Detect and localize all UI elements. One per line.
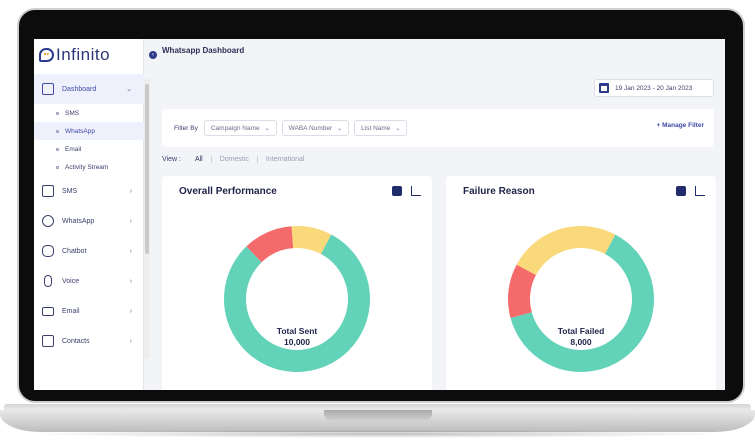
donut-center-value: 10,000 [284, 337, 310, 347]
bullet-icon [56, 147, 59, 151]
view-option-international[interactable]: International [256, 156, 313, 163]
donut-center-value: 8,000 [570, 337, 592, 347]
sidebar: Infinito Dashboard ⌄ SMS WhatsApp Email … [34, 39, 144, 390]
sidebar-subitem-whatsapp[interactable]: WhatsApp [34, 122, 144, 140]
sidebar-item-label: Contacts [62, 337, 90, 345]
overall-performance-donut [224, 226, 370, 372]
chat-bubble-logo-icon [39, 48, 54, 62]
sidebar-subitem-sms[interactable]: SMS [34, 104, 144, 122]
dropdown-label: WABA Number [288, 124, 333, 132]
chevron-right-icon: › [129, 217, 132, 225]
chevron-right-icon: › [129, 307, 132, 315]
sidebar-item-label: Dashboard [62, 85, 97, 93]
whatsapp-icon [42, 215, 54, 227]
scrollbar-thumb[interactable] [145, 84, 149, 254]
sidebar-item-email[interactable]: Email › [34, 296, 144, 326]
view-label: View : [162, 156, 181, 163]
bullet-icon [56, 129, 59, 133]
sidebar-item-label: Voice [62, 277, 80, 285]
chevron-down-icon: ⌄ [337, 125, 343, 132]
sidebar-subitem-label: WhatsApp [65, 127, 95, 135]
donut-center-label: Total Sent [276, 326, 318, 336]
laptop-mockup: Infinito Dashboard ⌄ SMS WhatsApp Email … [0, 0, 755, 442]
clock-icon[interactable] [392, 186, 402, 196]
calendar-icon [599, 83, 609, 93]
dashboard-grid-icon [42, 83, 54, 95]
chevron-right-icon: › [129, 187, 132, 195]
main-content: Whatsapp Dashboard 19 Jan 2023 - 20 Jan … [150, 39, 725, 390]
message-icon [42, 185, 54, 197]
sidebar-item-chatbot[interactable]: Chatbot › [34, 236, 144, 266]
laptop-shadow [20, 430, 735, 438]
manage-filter-label: Manage Filter [662, 122, 704, 129]
bot-icon [42, 245, 54, 257]
dropdown-label: Campaign Name [210, 124, 260, 132]
chevron-right-icon: › [129, 277, 132, 285]
app-screen: Infinito Dashboard ⌄ SMS WhatsApp Email … [34, 39, 725, 390]
chevron-right-icon: › [129, 247, 132, 255]
view-option-all[interactable]: All [181, 156, 211, 163]
bar-chart-icon[interactable] [695, 186, 705, 196]
sidebar-item-sms[interactable]: SMS › [34, 176, 144, 206]
sidebar-item-voice[interactable]: Voice › [34, 266, 144, 296]
sidebar-nav: Dashboard ⌄ SMS WhatsApp Email Activity … [34, 74, 144, 356]
campaign-name-dropdown[interactable]: Campaign Name ⌄ [203, 120, 277, 136]
sidebar-item-label: WhatsApp [62, 217, 95, 225]
failure-reason-donut [508, 226, 654, 372]
card-title: Overall Performance [179, 186, 277, 197]
date-range-picker[interactable]: 19 Jan 2023 - 20 Jan 2023 [594, 79, 714, 97]
failure-reason-card: Failure Reason Total Failed 8,000 [446, 176, 716, 390]
mail-icon [42, 306, 54, 316]
chevron-right-icon: › [129, 337, 132, 345]
chevron-down-icon: ⌄ [264, 125, 270, 132]
list-name-dropdown[interactable]: List Name ⌄ [354, 120, 408, 136]
filter-label: Filter By [174, 124, 198, 132]
sidebar-subitem-label: Activity Stream [65, 163, 109, 171]
view-selector: View : All Domestic International [162, 156, 312, 163]
dropdown-label: List Name [361, 124, 391, 132]
logo-text: Infinito [56, 45, 111, 64]
filter-bar: Filter By Campaign Name ⌄ WABA Number ⌄ Li… [162, 109, 714, 147]
sidebar-subitem-email[interactable]: Email [34, 140, 144, 158]
waba-number-dropdown[interactable]: WABA Number ⌄ [281, 120, 350, 136]
chevron-down-icon: ⌄ [126, 86, 132, 93]
donut-center-label: Total Failed [557, 326, 605, 336]
sidebar-item-contacts[interactable]: Contacts › [34, 326, 144, 356]
card-title: Failure Reason [463, 186, 535, 197]
microphone-icon [44, 275, 52, 287]
contacts-icon [42, 335, 54, 347]
sidebar-subitem-label: SMS [65, 109, 80, 117]
bullet-icon [56, 111, 59, 115]
laptop-notch [324, 410, 432, 421]
bar-chart-icon[interactable] [411, 186, 421, 196]
clock-icon[interactable] [676, 186, 686, 196]
date-range-text: 19 Jan 2023 - 20 Jan 2023 [615, 84, 693, 92]
sidebar-item-label: SMS [62, 187, 78, 195]
overall-performance-card: Overall Performance Total Sent 10,000 [162, 176, 432, 390]
view-option-domestic[interactable]: Domestic [210, 156, 257, 163]
sidebar-item-dashboard[interactable]: Dashboard ⌄ [34, 74, 144, 104]
sidebar-item-label: Email [62, 307, 80, 315]
page-title: Whatsapp Dashboard [162, 46, 245, 55]
logo[interactable]: Infinito [39, 45, 110, 65]
manage-filter-button[interactable]: + Manage Filter [656, 122, 704, 129]
sidebar-item-whatsapp[interactable]: WhatsApp › [34, 206, 144, 236]
sidebar-item-label: Chatbot [62, 247, 87, 255]
sidebar-subitem-label: Email [65, 145, 82, 153]
sidebar-subitem-activity-stream[interactable]: Activity Stream [34, 158, 144, 176]
chevron-down-icon: ⌄ [395, 125, 401, 132]
bullet-icon [56, 165, 59, 169]
